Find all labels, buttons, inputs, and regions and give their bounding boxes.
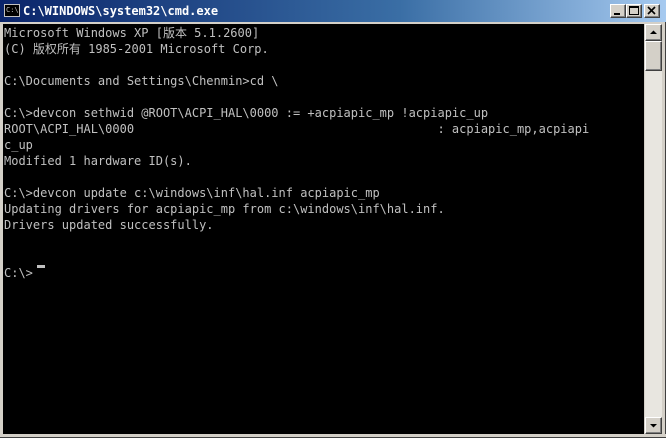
- close-icon: [647, 6, 656, 15]
- console-line: (C) 版权所有 1985-2001 Microsoft Corp.: [4, 42, 269, 56]
- console-line: C:\Documents and Settings\Chenmin>cd \: [4, 74, 279, 88]
- scroll-thumb[interactable]: [645, 41, 662, 71]
- console-lines: Microsoft Windows XP [版本 5.1.2600] (C) 版…: [4, 25, 589, 281]
- console-output[interactable]: Microsoft Windows XP [版本 5.1.2600] (C) 版…: [3, 24, 644, 434]
- scroll-down-arrow-icon: [650, 424, 657, 428]
- console-line: ROOT\ACPI_HAL\0000 : acpiapic_mp,acpiapi: [4, 122, 590, 136]
- close-button[interactable]: [644, 4, 660, 18]
- console-line: Microsoft Windows XP [版本 5.1.2600]: [4, 26, 260, 40]
- console-line: Updating drivers for acpiapic_mp from c:…: [4, 202, 445, 216]
- console-line: C:\>devcon sethwid @ROOT\ACPI_HAL\0000 :…: [4, 106, 489, 120]
- console-line: Drivers updated successfully.: [4, 218, 214, 232]
- console-prompt[interactable]: C:\>: [4, 265, 589, 281]
- console-line: C:\>devcon update c:\windows\inf\hal.inf…: [4, 186, 380, 200]
- text-cursor: [37, 265, 45, 268]
- console-line: Modified 1 hardware ID(s).: [4, 154, 192, 168]
- console-line: c_up: [4, 138, 33, 152]
- maximize-button[interactable]: [626, 4, 642, 18]
- vertical-scrollbar[interactable]: [645, 24, 662, 434]
- minimize-button[interactable]: [610, 4, 626, 18]
- minimize-icon: [614, 13, 620, 15]
- window-title: C:\WINDOWS\system32\cmd.exe: [23, 4, 219, 18]
- scroll-up-arrow-icon: [650, 30, 657, 34]
- cmd-window: C:\ C:\WINDOWS\system32\cmd.exe Microsof…: [0, 0, 666, 438]
- window-frame-right: [662, 22, 666, 438]
- maximize-icon: [629, 6, 639, 15]
- scroll-up-button[interactable]: [645, 24, 662, 41]
- cmd-icon[interactable]: C:\: [4, 4, 20, 17]
- window-frame-bottom: [0, 434, 666, 438]
- title-bar[interactable]: C:\ C:\WINDOWS\system32\cmd.exe: [0, 0, 666, 22]
- scroll-down-button[interactable]: [645, 417, 662, 434]
